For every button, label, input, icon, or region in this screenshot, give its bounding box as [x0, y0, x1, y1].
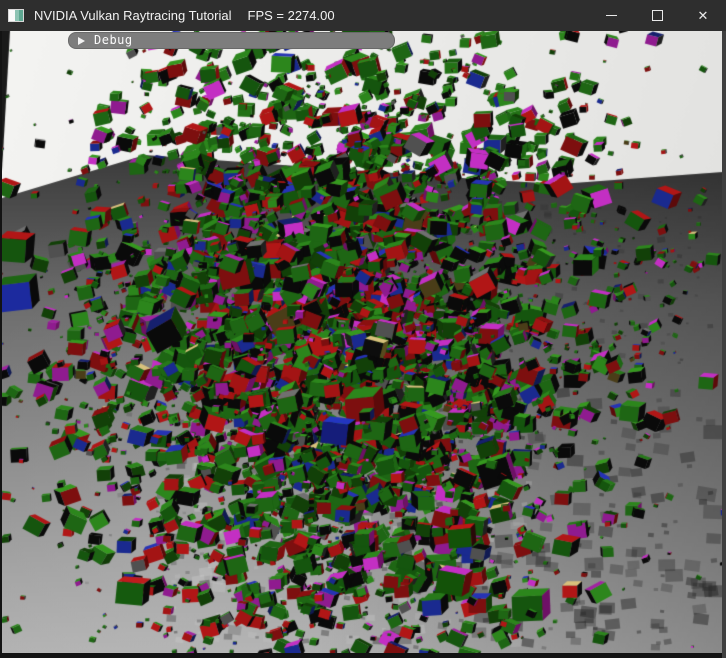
maximize-button[interactable] [634, 0, 680, 31]
fps-counter: FPS = 2274.00 [248, 8, 335, 23]
app-icon [8, 9, 24, 22]
window-controls: ✕ [588, 0, 726, 31]
viewport: Debug [0, 31, 726, 658]
minimize-button[interactable] [588, 0, 634, 31]
minimize-icon [606, 15, 617, 16]
raytraced-scene-canvas[interactable] [2, 31, 723, 653]
close-button[interactable]: ✕ [680, 0, 726, 31]
maximize-icon [652, 10, 663, 21]
right-border [722, 31, 726, 658]
debug-panel-header[interactable]: Debug [68, 32, 395, 49]
collapse-arrow-icon[interactable] [78, 37, 85, 45]
debug-panel-label: Debug [94, 33, 133, 48]
titlebar[interactable]: NVIDIA Vulkan Raytracing Tutorial FPS = … [0, 0, 726, 31]
close-icon: ✕ [698, 9, 709, 22]
app-window: NVIDIA Vulkan Raytracing Tutorial FPS = … [0, 0, 726, 658]
window-title: NVIDIA Vulkan Raytracing Tutorial [34, 8, 232, 23]
